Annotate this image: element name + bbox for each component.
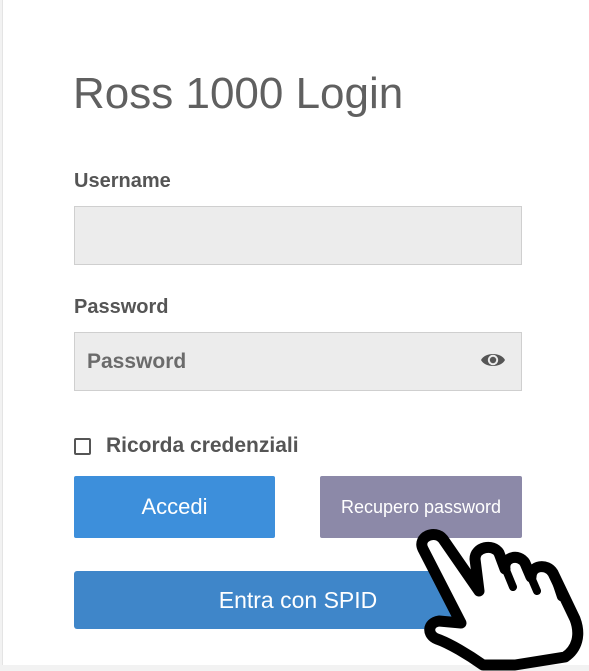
login-button[interactable]: Accedi: [74, 476, 275, 538]
remember-checkbox[interactable]: [74, 437, 91, 455]
recover-password-button[interactable]: Recupero password: [320, 476, 522, 538]
login-panel: Ross 1000 Login Username Password Ricord…: [2, 0, 589, 665]
remember-label: Ricorda credenziali: [106, 434, 299, 457]
username-label: Username: [74, 170, 171, 192]
username-input[interactable]: [74, 206, 522, 265]
password-input[interactable]: [74, 332, 522, 391]
eye-icon[interactable]: [479, 348, 507, 372]
password-label: Password: [74, 296, 169, 318]
spid-login-button[interactable]: Entra con SPID: [74, 571, 522, 629]
page-title: Ross 1000 Login: [73, 69, 404, 118]
remember-credentials[interactable]: Ricorda credenziali: [74, 434, 299, 458]
